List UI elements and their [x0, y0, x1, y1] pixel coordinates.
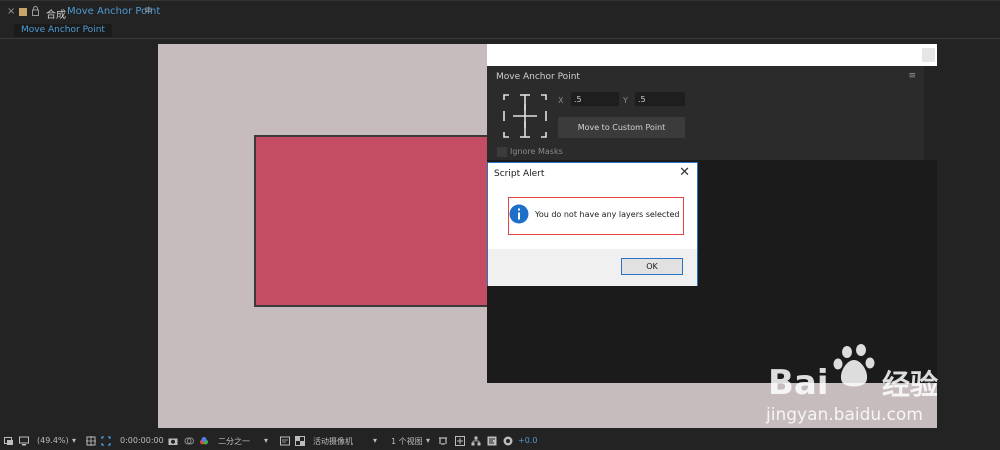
shape-layer-rectangle[interactable] [254, 135, 490, 307]
3d-view-icon[interactable] [455, 436, 465, 446]
camera-select[interactable]: 活动摄像机 [313, 436, 353, 447]
move-to-custom-point-button[interactable]: Move to Custom Point [558, 117, 685, 138]
script-alert-dialog: Script Alert ✕ You do not have any layer… [487, 162, 698, 286]
resolution-select[interactable]: 二分之一 [218, 436, 250, 447]
x-label: X [558, 96, 564, 105]
color-channels-icon[interactable] [199, 436, 209, 446]
view-layout-select[interactable]: 1 个视图 [391, 436, 423, 447]
viewer-bottom-toolbar: (49.4%) ▾ 0:00:00:00 二分之一 ▾ 活动摄像机 ▾ 1 个视… [0, 432, 1000, 450]
zoom-dropdown-icon[interactable]: ▾ [72, 436, 76, 445]
y-value-field[interactable] [635, 92, 685, 106]
watermark-text-jingyan: 经验 [882, 368, 938, 401]
panel-header-strip [487, 44, 937, 66]
exposure-value[interactable]: +0.0 [518, 436, 537, 445]
panel-title: Move Anchor Point [496, 72, 580, 82]
panel-scroll-handle[interactable] [922, 48, 935, 62]
camera-dropdown-icon[interactable]: ▾ [373, 436, 377, 445]
panel-menu-icon[interactable]: ≡ [908, 71, 916, 81]
monitor-icon[interactable] [19, 436, 29, 446]
show-snapshot-icon[interactable] [184, 436, 194, 446]
ignore-masks-checkbox[interactable] [497, 147, 507, 157]
info-icon [509, 204, 529, 224]
composition-tab-bar: × 合成 Move Anchor Point ≡ [0, 0, 1000, 24]
watermark-text-bai: Bai [768, 363, 829, 403]
comp-tab-prefix[interactable]: 合成 [46, 6, 66, 21]
title-action-safe-icon[interactable] [86, 436, 96, 446]
after-effects-composition-viewer: × 合成 Move Anchor Point ≡ Move Anchor Poi… [0, 0, 1000, 450]
always-preview-icon[interactable] [4, 436, 14, 446]
anchor-grid-icon[interactable] [503, 94, 547, 138]
x-value-field[interactable] [571, 92, 619, 106]
region-of-interest-icon[interactable] [101, 436, 111, 446]
camera-snapshot-icon[interactable] [168, 436, 178, 446]
dialog-footer: OK [488, 249, 697, 286]
ok-button[interactable]: OK [621, 258, 683, 275]
baidu-jingyan-watermark: Bai 经验 jingyan.baidu.com [765, 344, 938, 425]
dialog-title: Script Alert [494, 169, 545, 179]
tab-divider [0, 38, 1000, 39]
y-label: Y [623, 96, 628, 105]
flowchart-icon[interactable] [471, 436, 481, 446]
dialog-close-icon[interactable]: ✕ [679, 165, 690, 180]
fast-previews-icon[interactable] [280, 436, 290, 446]
resolution-dropdown-icon[interactable]: ▾ [264, 436, 268, 445]
timeline-icon[interactable] [487, 436, 497, 446]
panel-menu-icon[interactable]: ≡ [144, 5, 152, 16]
ignore-masks-label: Ignore Masks [510, 147, 563, 156]
close-tab-icon[interactable]: × [7, 6, 15, 17]
dialog-message: You do not have any layers selected [535, 210, 680, 219]
current-timecode[interactable]: 0:00:00:00 [120, 436, 164, 445]
watermark-url: jingyan.baidu.com [765, 405, 923, 425]
lock-icon[interactable] [32, 6, 39, 16]
exposure-icon[interactable] [503, 436, 513, 446]
zoom-level[interactable]: (49.4%) [37, 436, 69, 445]
comp-subtab[interactable]: Move Anchor Point [14, 24, 112, 37]
views-dropdown-icon[interactable]: ▾ [426, 436, 430, 445]
panel-controls: Move Anchor Point ≡ X Y Move to Custom P… [487, 66, 924, 160]
toggle-pixel-aspect-icon[interactable] [438, 436, 448, 446]
transparency-grid-icon[interactable] [295, 436, 305, 446]
comp-color-swatch-icon [19, 8, 27, 16]
